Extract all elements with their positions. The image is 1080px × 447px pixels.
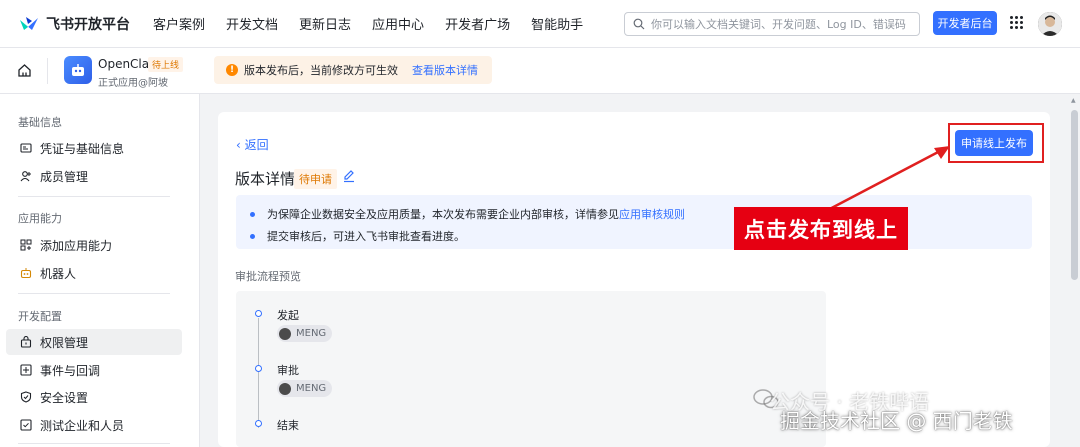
approval-preview-label: 审批流程预览 <box>235 270 301 283</box>
nav-item-dev-square[interactable]: 开发者广场 <box>445 14 510 33</box>
sidebar-item-label: 凭证与基础信息 <box>40 141 125 156</box>
sidebar-item-members[interactable]: 成员管理 <box>6 163 182 189</box>
home-icon[interactable] <box>17 63 32 78</box>
sidebar-divider <box>18 443 170 444</box>
lock-icon <box>20 336 32 348</box>
info-line-1: 为保障企业数据安全及应用质量，本次发布需要企业内部审核，详情参见 应用审核规则 <box>250 206 685 222</box>
bullet-icon <box>250 211 255 217</box>
page-title: 版本详情 <box>235 170 296 188</box>
sidebar-item-permissions[interactable]: 权限管理 <box>6 329 182 355</box>
divider <box>47 58 48 84</box>
bullet-icon <box>250 233 255 239</box>
sidebar-item-label: 事件与回调 <box>40 363 101 378</box>
sidebar-group-dev-config: 开发配置 <box>18 310 62 323</box>
sidebar: 基础信息 凭证与基础信息 成员管理 应用能力 添加应用能力 机器人 开发配置 权… <box>0 94 200 447</box>
step-dot <box>255 420 262 427</box>
nav-menu: 客户案例 开发文档 更新日志 应用中心 开发者广场 智能助手 <box>153 14 604 33</box>
sidebar-divider <box>18 196 170 197</box>
annotation-label: 点击发布到线上 <box>734 207 908 250</box>
step-initiate: 发起 <box>277 309 299 322</box>
top-nav: 飞书开放平台 客户案例 开发文档 更新日志 应用中心 开发者广场 智能助手 开发… <box>0 0 1080 48</box>
user-add-icon <box>20 170 32 182</box>
sidebar-item-credentials[interactable]: 凭证与基础信息 <box>6 135 182 161</box>
release-notice: ! 版本发布后，当前修改方可生效 查看版本详情 <box>214 56 492 84</box>
nav-item-cases[interactable]: 客户案例 <box>153 14 205 33</box>
scrollbar-thumb[interactable] <box>1071 110 1078 280</box>
app-subtitle: 正式应用@阿坡 <box>98 78 168 89</box>
back-link[interactable]: ‹ 返回 <box>236 136 269 153</box>
credential-icon <box>20 142 32 154</box>
sidebar-item-label: 成员管理 <box>40 169 89 184</box>
feishu-logo-icon <box>18 15 40 33</box>
chevron-left-icon: ‹ <box>236 138 241 152</box>
sidebar-item-security[interactable]: 安全设置 <box>6 384 182 410</box>
sidebar-item-label: 添加应用能力 <box>40 238 113 253</box>
user-avatar-small <box>279 327 291 340</box>
app-status-badge: 待上线 <box>148 57 184 72</box>
sidebar-item-label: 安全设置 <box>40 390 89 405</box>
logo-text: 飞书开放平台 <box>46 16 130 33</box>
developer-console-button[interactable]: 开发者后台 <box>933 11 997 35</box>
sidebar-group-capabilities: 应用能力 <box>18 212 62 225</box>
step-dot <box>255 365 262 372</box>
sidebar-item-robot[interactable]: 机器人 <box>6 260 182 286</box>
sidebar-item-label: 测试企业和人员 <box>40 418 125 433</box>
nav-item-docs[interactable]: 开发文档 <box>226 14 278 33</box>
event-icon <box>20 364 32 376</box>
test-icon <box>20 419 32 431</box>
view-version-link[interactable]: 查看版本详情 <box>412 62 478 78</box>
sidebar-item-label: 机器人 <box>40 266 77 281</box>
nav-item-app-center[interactable]: 应用中心 <box>372 14 424 33</box>
info-line-2: 提交审核后，可进入飞书审批查看进度。 <box>250 228 465 244</box>
step-dot <box>255 310 262 317</box>
highlight-box <box>948 123 1044 163</box>
user-chip: MENG <box>277 380 333 397</box>
nav-item-changelog[interactable]: 更新日志 <box>299 14 351 33</box>
sidebar-item-add-capability[interactable]: 添加应用能力 <box>6 232 182 258</box>
sidebar-item-test-enterprise[interactable]: 测试企业和人员 <box>6 412 182 438</box>
scroll-up-icon[interactable]: ▲ <box>1071 97 1076 104</box>
watermark-line-2: 掘金技术社区 @ 西门老铁 <box>780 409 1013 433</box>
edit-icon[interactable] <box>342 169 356 183</box>
app-header: OpenClaw 待上线 正式应用@阿坡 ! 版本发布后，当前修改方可生效 查看… <box>0 48 1080 94</box>
nav-item-assistant[interactable]: 智能助手 <box>531 14 583 33</box>
search-input[interactable] <box>651 17 911 31</box>
search-icon <box>633 18 645 30</box>
feishu-logo[interactable]: 飞书开放平台 <box>18 14 136 34</box>
search-box[interactable] <box>624 12 920 36</box>
shield-icon <box>20 391 32 403</box>
step-approve: 审批 <box>277 364 299 377</box>
user-chip: MENG <box>277 325 333 342</box>
sidebar-divider <box>18 293 170 294</box>
app-icon <box>64 56 92 84</box>
apps-grid-icon[interactable] <box>1010 16 1024 30</box>
robot-icon <box>20 267 32 279</box>
sidebar-group-basic: 基础信息 <box>18 116 62 129</box>
review-rules-link[interactable]: 应用审核规则 <box>619 206 685 222</box>
sidebar-item-label: 权限管理 <box>40 335 89 350</box>
status-badge: 待申请 <box>294 169 337 189</box>
step-end: 结束 <box>277 419 299 432</box>
sidebar-item-events[interactable]: 事件与回调 <box>6 357 182 383</box>
user-avatar[interactable] <box>1038 12 1062 36</box>
notice-text: 版本发布后，当前修改方可生效 <box>244 64 398 77</box>
user-avatar-small <box>279 382 291 395</box>
approval-flow-box <box>236 291 826 447</box>
warning-icon: ! <box>226 64 238 76</box>
apps-add-icon <box>20 239 32 251</box>
flow-connector <box>258 318 259 428</box>
